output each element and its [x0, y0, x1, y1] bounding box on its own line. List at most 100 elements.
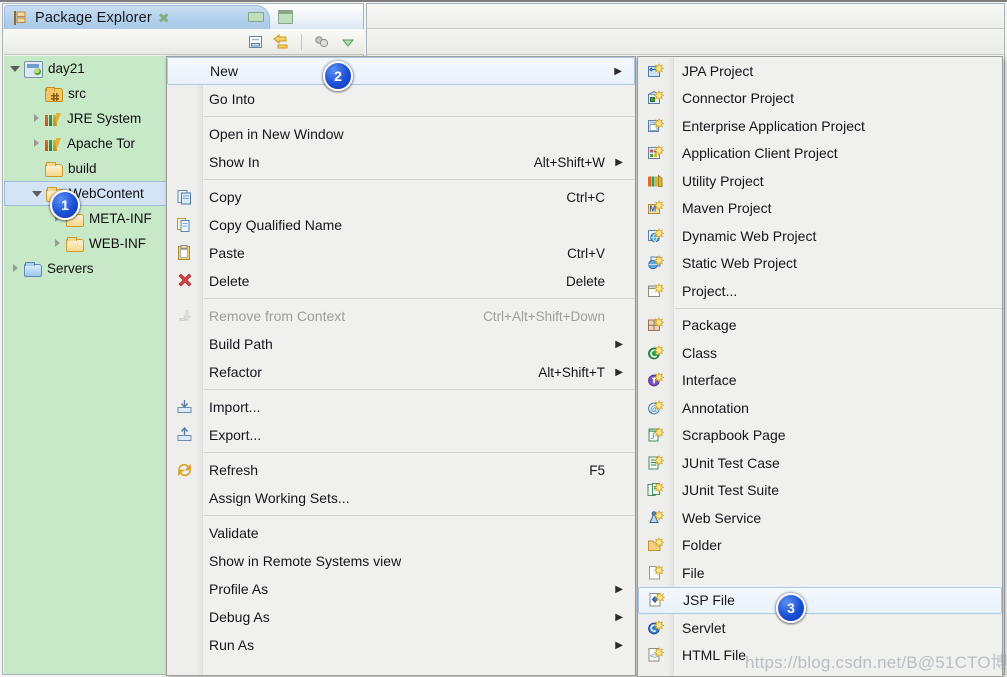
tree-twisty-closed-icon[interactable] [31, 138, 43, 150]
menu-item-label: Scrapbook Page [682, 427, 786, 444]
view-window-buttons [248, 10, 293, 24]
tree-item-label: JRE System [67, 111, 142, 126]
menu-item-refactor[interactable]: Refactor Alt+Shift+T ▶ [167, 358, 635, 386]
editor-toolbar-row [367, 29, 1004, 55]
menu-item-build-path[interactable]: Build Path ▶ [167, 330, 635, 358]
menu-item-label: HTML File [682, 647, 747, 664]
menu-item-junit-test-case[interactable]: JUnit Test Case [638, 449, 1002, 477]
menu-item-class[interactable]: Class [638, 339, 1002, 367]
menu-item-label: File [682, 564, 705, 581]
menu-item-label: Copy Qualified Name [209, 217, 343, 233]
menu-item-copy[interactable]: CopyCtrl+C▶ [167, 183, 635, 211]
menu-item-label: Copy [209, 189, 242, 205]
menu-item-enterprise-application-project[interactable]: Enterprise Application Project [638, 112, 1002, 140]
menu-item-show-in-remote-systems-view[interactable]: Show in Remote Systems view▶ [167, 547, 635, 575]
menu-item-label: Show In [209, 154, 260, 170]
folder-new-icon [647, 537, 665, 554]
menu-item-show-in[interactable]: Show In Alt+Shift+W ▶ [167, 148, 635, 176]
menu-item-copy-qualified-name[interactable]: Copy Qualified Name▶ [167, 211, 635, 239]
menu-item-open-in-new-window[interactable]: Open in New Window▶ [167, 120, 635, 148]
submenu-arrow-icon: ▶ [614, 65, 622, 77]
menu-item-label: Import... [209, 399, 261, 415]
menu-item-annotation[interactable]: @ Annotation [638, 394, 1002, 422]
menu-item-import[interactable]: Import...▶ [167, 393, 635, 421]
view-filters-icon[interactable] [313, 34, 330, 50]
menu-item-label: Validate [209, 525, 259, 541]
menu-item-refresh[interactable]: RefreshF5▶ [167, 456, 635, 484]
menu-item-maven-project[interactable]: M Maven Project [638, 195, 1002, 223]
tree-twisty-closed-icon[interactable] [31, 113, 43, 125]
web-service-icon [647, 509, 665, 526]
close-icon[interactable]: ✖ [158, 11, 170, 25]
scrapbook-icon: J [647, 427, 665, 444]
menu-item-project[interactable]: Project... [638, 277, 1002, 305]
submenu-arrow-icon: ▶ [615, 611, 623, 623]
menu-item-file[interactable]: File [638, 559, 1002, 587]
source-folder-icon [45, 86, 63, 102]
menu-item-debug-as[interactable]: Debug As ▶ [167, 603, 635, 631]
menu-item-label: Folder [682, 537, 722, 554]
menu-item-assign-working-sets[interactable]: Assign Working Sets...▶ [167, 484, 635, 512]
tree-item-label: WEB-INF [89, 236, 146, 251]
tree-item-label: Apache Tor [67, 136, 136, 151]
menu-item-label: Assign Working Sets... [209, 490, 350, 506]
html-file-icon: <> [647, 647, 665, 664]
menu-item-label: Debug As [209, 609, 270, 625]
step-badge-1: 1 [50, 190, 80, 220]
menu-item-utility-project[interactable]: Utility Project [638, 167, 1002, 195]
dynamic-web-icon [647, 227, 665, 244]
view-menu-icon[interactable] [339, 34, 356, 50]
menu-item-junit-test-suite[interactable]: JUnit Test Suite [638, 477, 1002, 505]
tree-twisty-open-icon[interactable] [10, 63, 22, 75]
tree-twisty-closed-icon[interactable] [52, 238, 64, 250]
library-icon [45, 137, 62, 152]
menu-item-jpa-project[interactable]: JPA Project [638, 57, 1002, 85]
collapse-all-icon[interactable] [247, 34, 264, 50]
menu-item-label: Paste [209, 245, 245, 261]
menu-item-shortcut: Alt+Shift+T [538, 364, 605, 380]
menu-item-export[interactable]: Export...▶ [167, 421, 635, 449]
menu-item-dynamic-web-project[interactable]: Dynamic Web Project [638, 222, 1002, 250]
submenu-arrow-icon: ▶ [615, 583, 623, 595]
menu-item-web-service[interactable]: Web Service [638, 504, 1002, 532]
tree-item-label: META-INF [89, 211, 152, 226]
menu-item-go-into[interactable]: Go Into▶ [167, 85, 635, 113]
tree-twisty-placeholder [31, 163, 43, 175]
menu-item-run-as[interactable]: Run As ▶ [167, 631, 635, 659]
submenu-arrow-icon: ▶ [615, 639, 623, 651]
menu-item-folder[interactable]: Folder [638, 532, 1002, 560]
menu-item-label: Servlet [682, 619, 726, 636]
menu-item-label: Export... [209, 427, 262, 443]
maximize-icon[interactable] [278, 10, 293, 24]
menu-item-label: JUnit Test Case [682, 454, 780, 471]
menu-separator [204, 116, 635, 117]
view-toolbar [4, 29, 364, 55]
menu-separator [204, 389, 635, 390]
menu-item-servlet[interactable]: Servlet [638, 614, 1002, 642]
menu-item-label: Interface [682, 372, 737, 389]
menu-item-label: Refresh [209, 462, 259, 478]
menu-item-package[interactable]: Package [638, 312, 1002, 340]
menu-separator [204, 298, 635, 299]
link-with-editor-icon[interactable] [273, 33, 290, 50]
menu-item-jsp-file[interactable]: JSP File [638, 586, 1002, 614]
menu-item-paste[interactable]: PasteCtrl+V▶ [167, 239, 635, 267]
menu-item-delete[interactable]: DeleteDelete▶ [167, 267, 635, 295]
menu-item-connector-project[interactable]: Connector Project [638, 85, 1002, 113]
tree-twisty-closed-icon[interactable] [10, 263, 22, 275]
menu-item-validate[interactable]: Validate▶ [167, 519, 635, 547]
menu-item-static-web-project[interactable]: Static Web Project [638, 250, 1002, 278]
tab-package-explorer[interactable]: Package Explorer ✖ [4, 5, 270, 29]
menu-item-label: Annotation [682, 399, 749, 416]
menu-item-profile-as[interactable]: Profile As ▶ [167, 575, 635, 603]
tree-twisty-open-icon[interactable] [32, 188, 44, 200]
menu-item-application-client-project[interactable]: Application Client Project [638, 140, 1002, 168]
minimize-icon[interactable] [248, 12, 264, 22]
menu-item-scrapbook-page[interactable]: J Scrapbook Page [638, 422, 1002, 450]
menu-item-label: Project... [682, 282, 738, 299]
maven-project-icon: M [647, 200, 665, 217]
folder-open-icon [45, 161, 63, 177]
menu-item-interface[interactable]: Interface [638, 367, 1002, 395]
junit-test-suite-icon [647, 482, 665, 499]
menu-item-new[interactable]: New ▶ [167, 57, 635, 85]
